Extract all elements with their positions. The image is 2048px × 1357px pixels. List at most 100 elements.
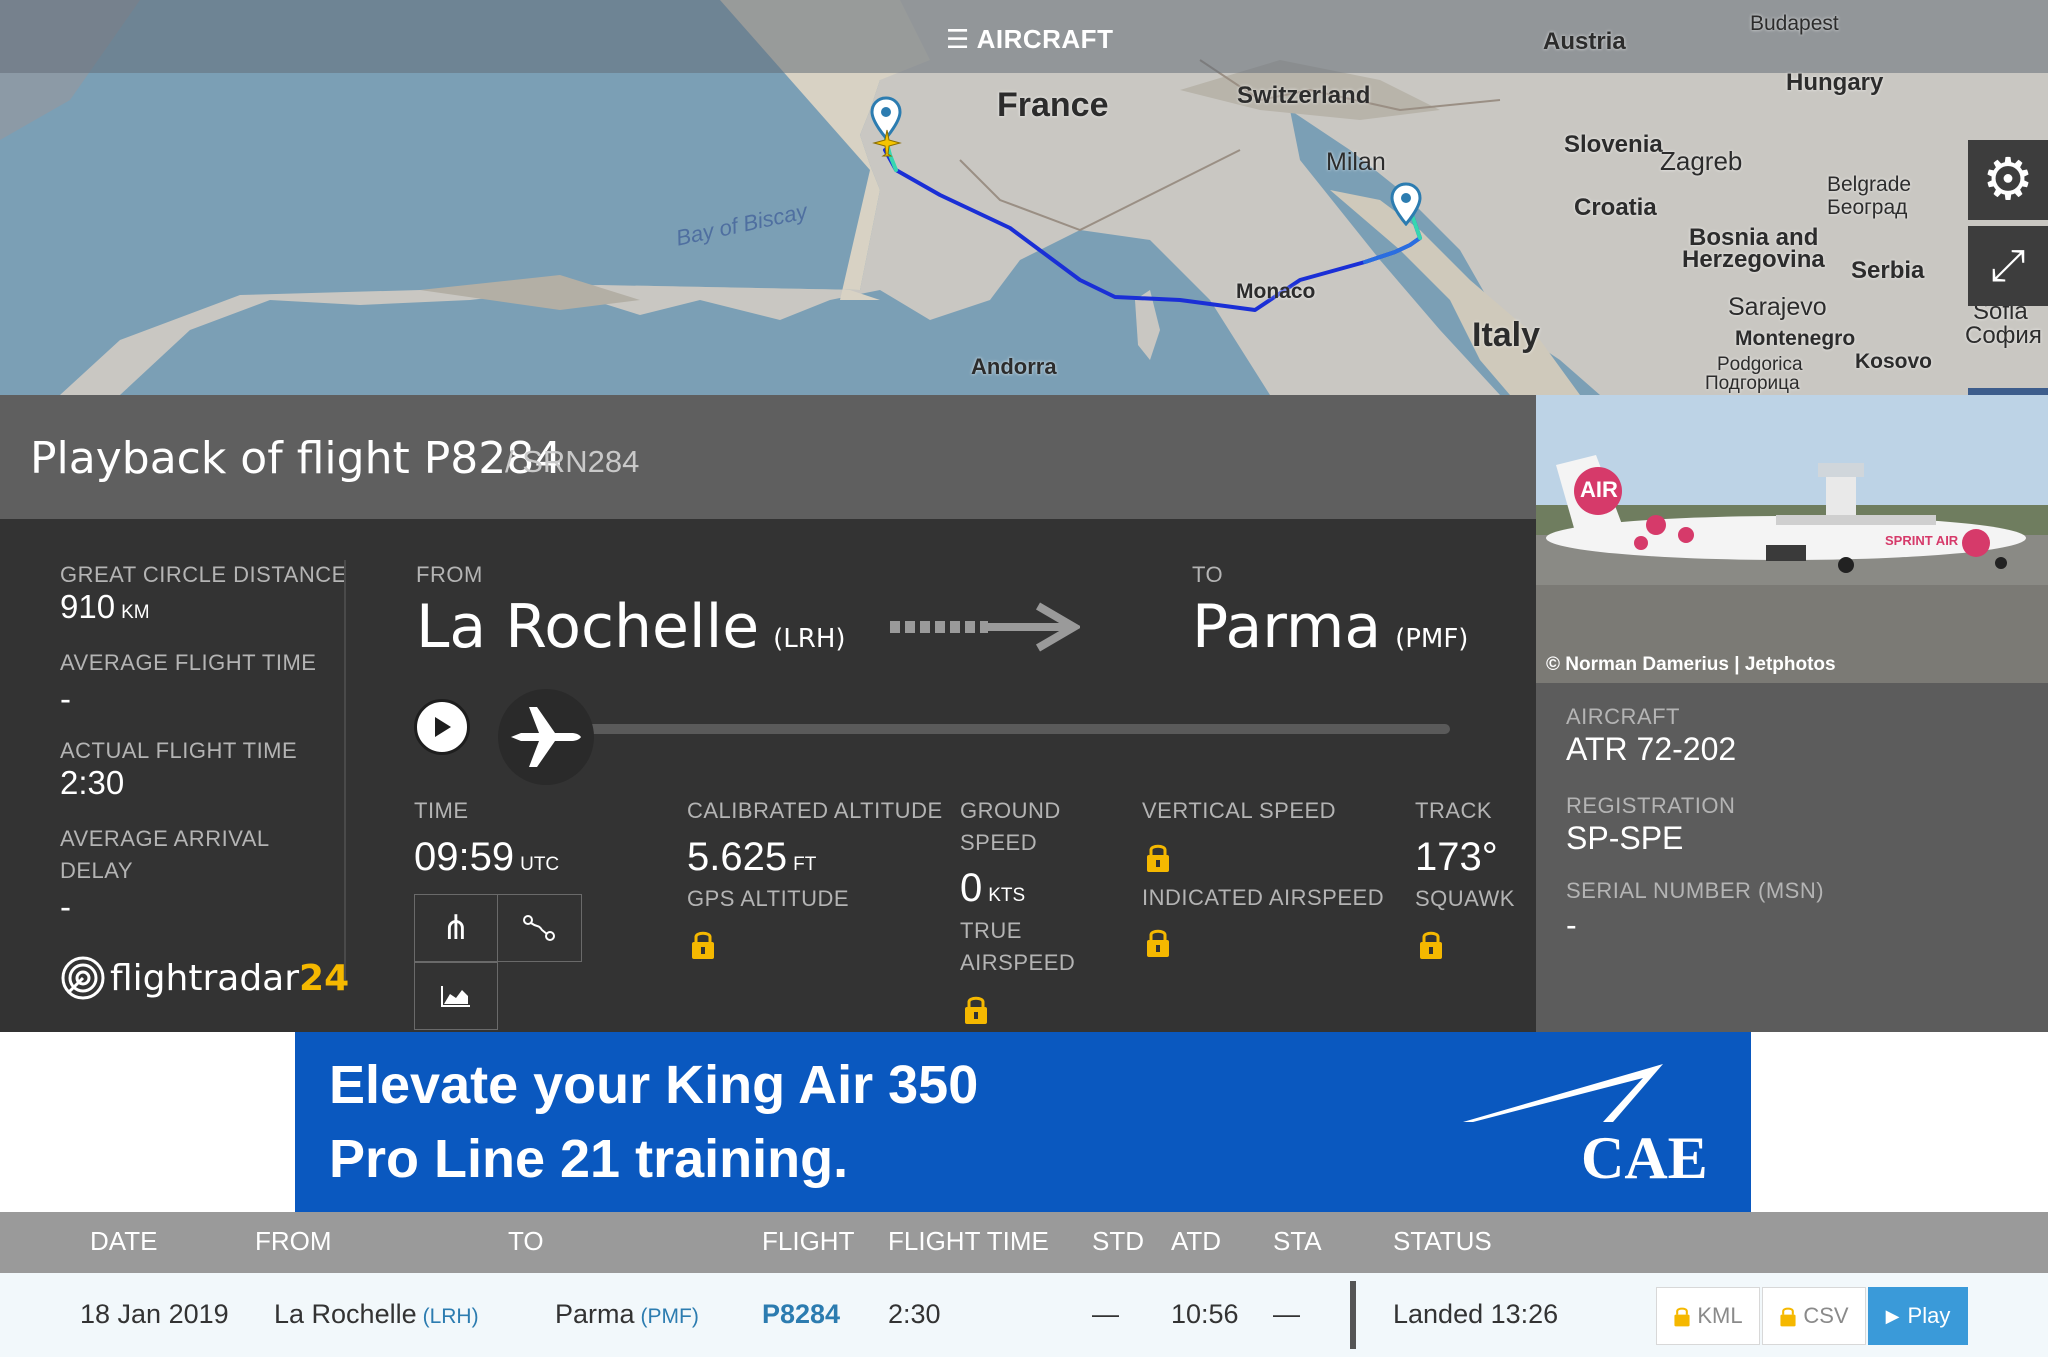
route-icon [523,915,555,941]
ad-brand: CAE [1581,1125,1708,1191]
column-header-to[interactable]: TO [508,1226,544,1257]
gps-altitude-label: GPS ALTITUDE [687,886,850,911]
map-label-austria: Austria [1543,28,1626,55]
play-icon: ▶ [1885,1305,1900,1326]
ground-speed-value: 0 KTS [960,866,1026,910]
great-circle-distance-value: 910 KM [60,588,150,625]
table-row[interactable]: 18 Jan 2019 La Rochelle (LRH) Parma (PMF) … [0,1273,2048,1357]
cae-wing-logo [1463,1064,1663,1122]
track-value: 173° [1415,835,1498,879]
row-from[interactable]: La Rochelle (LRH) [274,1299,479,1330]
csv-label: CSV [1803,1303,1849,1328]
map-label-milan: Milan [1326,148,1386,176]
map-label-croatia: Croatia [1574,194,1657,221]
average-flight-time-label: AVERAGE FLIGHT TIME [60,650,317,675]
altitude-graph-button[interactable] [414,962,498,1030]
map-label-budapest: Budapest [1750,12,1839,35]
column-header-std[interactable]: STD [1092,1226,1144,1257]
true-airspeed-label-2: AIRSPEED [960,950,1076,975]
map-label-hungary: Hungary [1786,69,1884,96]
aircraft-marker-icon[interactable] [872,128,902,158]
destination-airport: Parma (PMF) [1192,592,1469,662]
livery-brand-text: SPRINT AIR [1885,533,1959,548]
lock-icon [1674,1307,1690,1327]
ad-headline-line-1: Elevate your King Air 350 [329,1055,979,1115]
flightradar24-logo[interactable]: flightradar 24 [60,955,349,1001]
average-arrival-delay-value: - [60,888,71,925]
row-to[interactable]: Parma (PMF) [555,1299,699,1330]
column-header-sta[interactable]: STA [1273,1226,1322,1257]
column-header-flight-time[interactable]: FLIGHT TIME [888,1226,1049,1257]
ground-speed-label-2: SPEED [960,830,1038,855]
true-airspeed-lock-icon[interactable] [963,993,989,1030]
aircraft-type-label: AIRCRAFT [1566,704,1680,729]
registration-value: SP-SPE [1566,820,1684,856]
time-label: TIME [414,798,469,823]
status-indicator [1350,1281,1356,1349]
actual-flight-time-value: 2:30 [60,764,125,801]
map-label-belgrade: Belgrade [1827,173,1912,196]
destination-pin-icon[interactable] [1390,182,1422,226]
view-toggle-group: ⋔ [414,894,582,962]
column-header-status[interactable]: STATUS [1393,1226,1492,1257]
gear-icon: ⚙ [1982,147,2034,212]
vertical-speed-label: VERTICAL SPEED [1142,798,1337,823]
aircraft-menu-label: AIRCRAFT [976,24,1114,54]
timeline-handle[interactable] [498,689,594,785]
ground-speed-label-1: GROUND [960,798,1061,823]
map-fullscreen-button[interactable]: ⤢ [1968,226,2048,306]
gps-altitude-lock-icon[interactable] [690,928,716,965]
map-label-andorra: Andorra [971,354,1057,379]
play-button[interactable] [414,699,470,755]
aircraft-photo-image [1536,395,2048,683]
calibrated-altitude-label: CALIBRATED ALTITUDE [687,798,943,823]
ad-headline-line-2: Pro Line 21 training. [329,1129,849,1189]
aircraft-photo[interactable]: AIR SPRINT AIR © Norman Damerius | Jetph… [1536,395,2048,683]
kml-label: KML [1697,1303,1743,1328]
row-flight-time: 2:30 [888,1299,941,1329]
map-label-monaco: Monaco [1236,280,1316,303]
map-label-serbia: Serbia [1851,257,1925,284]
advertisement-banner[interactable]: Elevate your King Air 350 Pro Line 21 tr… [295,1032,1751,1212]
indicated-airspeed-lock-icon[interactable] [1145,926,1171,963]
squawk-lock-icon[interactable] [1418,928,1444,965]
compress-icon: ⋔ [441,909,471,947]
row-sta: — [1273,1299,1300,1329]
collapse-view-button[interactable]: ⋔ [415,895,498,961]
map-label-podgorica-cyrillic: Подгорица [1705,373,1800,394]
column-header-flight[interactable]: FLIGHT [762,1226,854,1257]
column-header-from[interactable]: FROM [255,1226,332,1257]
kml-download-button[interactable]: KML [1656,1287,1760,1345]
column-header-date[interactable]: DATE [90,1226,157,1257]
calibrated-altitude-value: 5.625 FT [687,835,817,879]
time-value: 09:59 UTC [414,835,560,879]
play-label: Play [1907,1303,1951,1328]
livery-air-text: AIR [1580,477,1618,502]
map-label-sofia-cyrillic: София [1965,322,2042,349]
origin-airport: La Rochelle (LRH) [416,592,846,662]
route-view-button[interactable] [498,895,580,961]
msn-label: SERIAL NUMBER (MSN) [1566,878,1825,903]
panel-divider [344,560,346,980]
area-chart-icon [441,986,470,1007]
flight-map[interactable]: ☰ AIRCRAFT France Switzerland Austria Bu… [0,0,2048,395]
csv-download-button[interactable]: CSV [1762,1287,1866,1345]
map-settings-button[interactable]: ⚙ [1968,140,2048,220]
map-label-switzerland: Switzerland [1237,82,1371,109]
aircraft-panel: AIR SPRINT AIR © Norman Damerius | Jetph… [1536,395,2048,1032]
vertical-speed-lock-icon[interactable] [1145,841,1171,878]
aircraft-menu-button[interactable]: ☰ AIRCRAFT [946,24,1113,55]
column-header-atd[interactable]: ATD [1171,1226,1221,1257]
true-airspeed-label-1: TRUE [960,918,1022,943]
play-flight-button[interactable]: ▶ Play [1868,1287,1968,1345]
brand-suffix: 24 [299,957,350,999]
row-flight-link[interactable]: P8284 [762,1299,840,1330]
flight-history-table-header: DATE FROM TO FLIGHT FLIGHT TIME STD ATD … [0,1212,2048,1273]
expand-icon: ⤢ [1990,241,2026,290]
map-label-italy: Italy [1472,316,1541,354]
registration-label: REGISTRATION [1566,793,1736,818]
indicated-airspeed-label: INDICATED AIRSPEED [1142,885,1385,910]
radar-logo-icon [61,956,105,1000]
airplane-icon [511,707,581,767]
playback-timeline[interactable] [566,724,1450,734]
